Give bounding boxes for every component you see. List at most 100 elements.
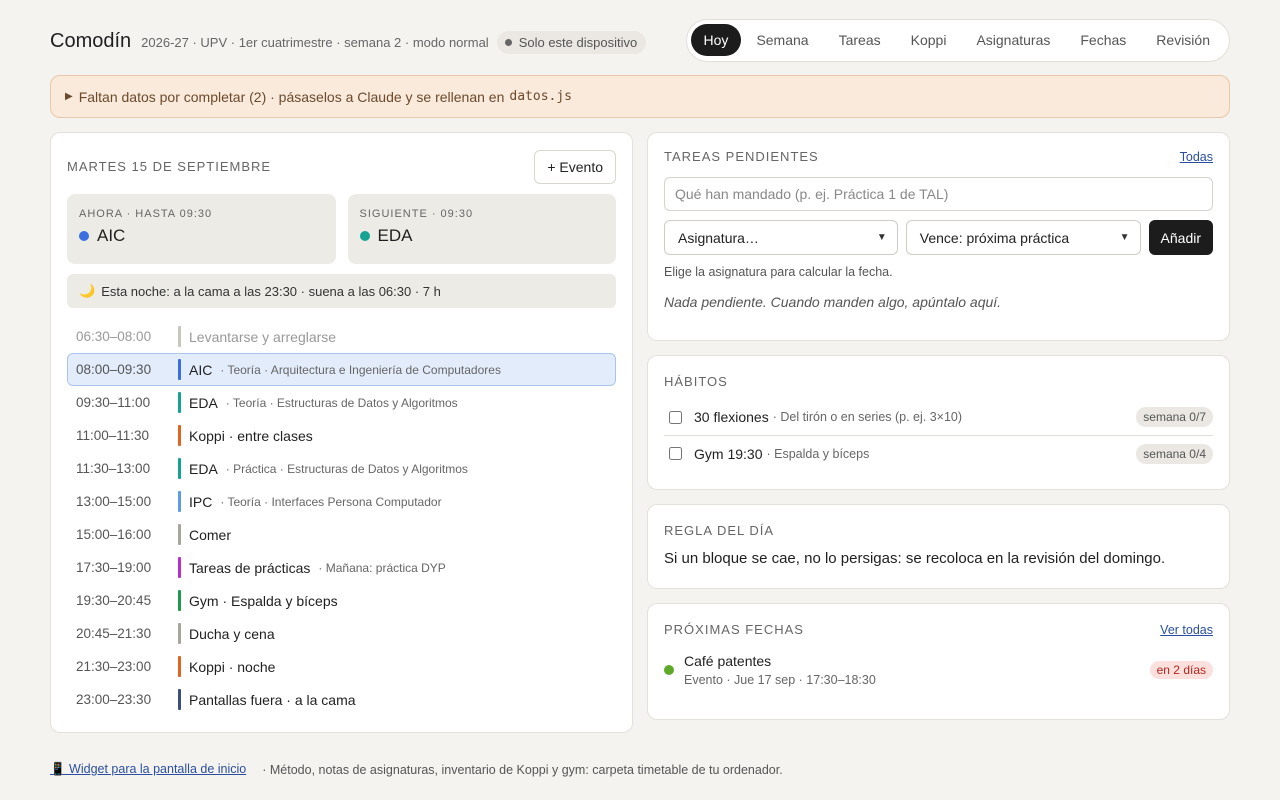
slot-name: Levantarse y arreglarse — [189, 328, 337, 345]
tab-koppi[interactable]: Koppi — [896, 24, 962, 56]
schedule-slot[interactable]: 19:30–20:45 Gym · Espalda y bíceps — [67, 584, 616, 617]
all-dates-link[interactable]: Ver todas — [1160, 623, 1213, 637]
all-tasks-link[interactable]: Todas — [1180, 150, 1213, 164]
subject-select[interactable]: Asignatura… ▼ — [664, 220, 898, 255]
habit-progress-badge: semana 0/7 — [1136, 407, 1213, 427]
slot-name: Comer — [189, 526, 232, 543]
tab-semana[interactable]: Semana — [741, 24, 823, 56]
tab-fechas[interactable]: Fechas — [1065, 24, 1141, 56]
slot-color-bar — [178, 689, 181, 710]
event-dot-icon — [664, 665, 674, 675]
habit-name: 30 flexiones — [694, 409, 769, 425]
slot-detail: · Teoría · Interfaces Persona Computador — [220, 494, 442, 509]
now-label: Ahora · hasta 09:30 — [79, 208, 213, 220]
slot-color-bar — [178, 557, 181, 578]
notice-file: datos.js — [509, 89, 573, 104]
slot-detail: · Mañana: práctica DYP — [318, 560, 446, 575]
task-input[interactable] — [664, 177, 1213, 211]
schedule-slot[interactable]: 08:00–09:30 AIC · Teoría · Arquitectura e … — [67, 353, 616, 386]
tasks-hint: Elige la asignatura para calcular la fec… — [664, 265, 893, 279]
slot-time: 15:00–16:00 — [76, 527, 152, 542]
chevron-down-icon: ▼ — [1119, 232, 1130, 243]
date-name: Café patentes — [684, 653, 772, 669]
schedule-slot[interactable]: 17:30–19:00 Tareas de prácticas · Mañana: … — [67, 551, 616, 584]
now-color-dot-icon — [79, 231, 89, 241]
due-select[interactable]: Vence: próxima práctica ▼ — [905, 220, 1141, 255]
schedule-list: 06:30–08:00 Levantarse y arreglarse 08:00–… — [67, 320, 616, 716]
slot-time: 21:30–23:00 — [76, 659, 152, 674]
schedule-slot[interactable]: 13:00–15:00 IPC · Teoría · Interfaces Pers… — [67, 485, 616, 518]
habit-detail: · Espalda y bíceps — [766, 446, 870, 461]
schedule-slot[interactable]: 06:30–08:00 Levantarse y arreglarse — [67, 320, 616, 353]
slot-name: AIC — [189, 361, 213, 378]
slot-name: Ducha y cena — [189, 625, 275, 642]
slot-color-bar — [178, 425, 181, 446]
today-card: Martes 15 de septiembre + Evento Ahora ·… — [50, 132, 633, 733]
slot-time: 13:00–15:00 — [76, 494, 152, 509]
slot-time: 19:30–20:45 — [76, 593, 152, 608]
habits-title: Hábitos — [664, 374, 728, 389]
app-title: Comodín — [50, 29, 132, 52]
slot-time: 06:30–08:00 — [76, 329, 152, 344]
add-task-button[interactable]: Añadir — [1148, 220, 1213, 255]
night-info: 🌙 Esta noche: a la cama a las 23:30 · su… — [67, 274, 616, 308]
slot-name: EDA — [189, 460, 218, 477]
habit-checkbox[interactable] — [669, 447, 682, 460]
date-label: Martes 15 de septiembre — [67, 159, 272, 174]
schedule-slot[interactable]: 15:00–16:00 Comer — [67, 518, 616, 551]
schedule-slot[interactable]: 21:30–23:00 Koppi · noche — [67, 650, 616, 683]
slot-color-bar — [178, 656, 181, 677]
schedule-slot[interactable]: 20:45–21:30 Ducha y cena — [67, 617, 616, 650]
widget-link[interactable]: 📱 Widget para la pantalla de inicio — [50, 762, 246, 777]
tasks-empty-message: Nada pendiente. Cuando manden algo, apún… — [664, 294, 1002, 310]
tasks-title: Tareas pendientes — [664, 149, 819, 164]
habit-checkbox[interactable] — [669, 410, 682, 424]
main-tabs: Hoy Semana Tareas Koppi Asignaturas Fech… — [685, 18, 1230, 62]
rule-card: Regla del día Si un bloque se cae, no lo… — [647, 504, 1230, 589]
slot-name: Pantallas fuera · a la cama — [189, 691, 356, 708]
schedule-slot[interactable]: 23:00–23:30 Pantallas fuera · a la cama — [67, 683, 616, 716]
habits-card: Hábitos 30 flexiones · Del tirón o en se… — [647, 355, 1230, 490]
slot-color-bar — [178, 623, 181, 644]
schedule-slot[interactable]: 11:30–13:00 EDA · Práctica · Estructuras d… — [67, 452, 616, 485]
now-value: AIC — [97, 226, 126, 245]
slot-name: EDA — [189, 394, 218, 411]
slot-color-bar — [178, 491, 181, 512]
next-box: Siguiente · 09:30 EDA — [347, 194, 616, 264]
add-event-button[interactable]: + Evento — [534, 149, 616, 184]
schedule-slot[interactable]: 09:30–11:00 EDA · Teoría · Estructuras de … — [67, 386, 616, 419]
slot-name: Koppi · noche — [189, 658, 276, 675]
slot-name: Koppi · entre clases — [189, 427, 313, 444]
slot-name: Gym · Espalda y bíceps — [189, 592, 338, 609]
tab-hoy[interactable]: Hoy — [690, 24, 742, 56]
next-label: Siguiente · 09:30 — [359, 208, 474, 220]
slot-name: Tareas de prácticas — [189, 559, 311, 576]
slot-time: 23:00–23:30 — [76, 692, 152, 707]
slot-detail: · Teoría · Estructuras de Datos y Algori… — [225, 395, 458, 410]
footer: 📱 Widget para la pantalla de inicio · Mé… — [50, 762, 783, 777]
next-value: EDA — [377, 226, 413, 245]
slot-color-bar — [178, 458, 181, 479]
missing-data-notice[interactable]: ▶ Faltan datos por completar (2) · pásas… — [50, 75, 1230, 118]
tab-revision[interactable]: Revisión — [1141, 24, 1225, 56]
slot-time: 11:00–11:30 — [76, 428, 150, 443]
habit-item: 30 flexiones · Del tirón o en series (p.… — [664, 399, 1213, 435]
tab-tareas[interactable]: Tareas — [824, 24, 896, 56]
schedule-slot[interactable]: 11:00–11:30 Koppi · entre clases — [67, 419, 616, 452]
dates-card: Próximas fechas Ver todas Café patentes … — [647, 603, 1230, 720]
habit-detail: · Del tirón o en series (p. ej. 3×10) — [772, 410, 963, 424]
rule-title: Regla del día — [664, 523, 775, 538]
slot-time: 20:45–21:30 — [76, 626, 152, 641]
disclosure-triangle-icon: ▶ — [65, 91, 73, 102]
slot-color-bar — [178, 524, 181, 545]
slot-time: 11:30–13:00 — [76, 461, 151, 476]
slot-color-bar — [178, 392, 181, 413]
slot-time: 17:30–19:00 — [76, 560, 152, 575]
habit-name: Gym 19:30 — [694, 445, 763, 462]
rule-text: Si un bloque se cae, no lo persigas: se … — [664, 550, 1166, 567]
notice-text: Faltan datos por completar (2) · pásasel… — [78, 88, 505, 105]
date-item[interactable]: Café patentes Evento · Jue 17 sep · 17:3… — [664, 653, 1213, 687]
tab-asignaturas[interactable]: Asignaturas — [961, 24, 1065, 56]
moon-icon: 🌙 — [79, 283, 96, 298]
date-sub: Evento · Jue 17 sep · 17:30–18:30 — [684, 673, 876, 687]
